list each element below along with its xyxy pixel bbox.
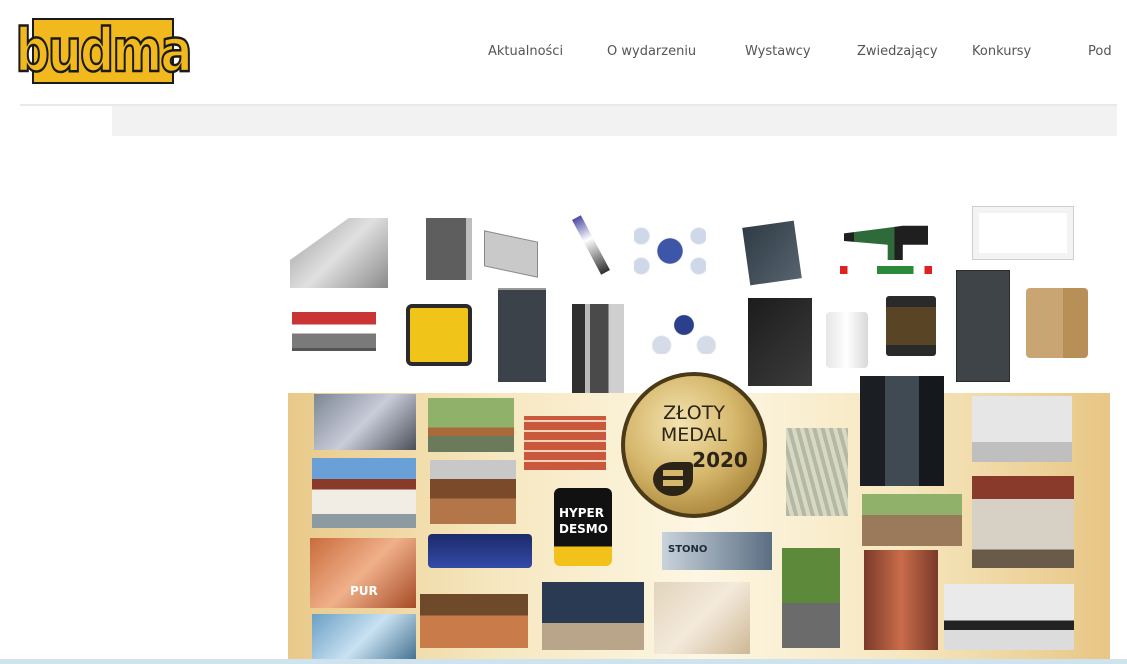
award-products-banner: PUR HYPER DESMO STONO ZŁOTY MEDAL 2020 [288,200,1110,664]
product-heater-image [406,304,472,366]
nav-item-zwiedzajacy[interactable]: Zwiedzający [857,44,938,59]
pur-label: PUR [350,584,378,598]
product-brochure-image [972,206,1074,260]
gold-medal-2020-badge: ZŁOTY MEDAL 2020 [621,372,767,518]
breadcrumb-band [112,106,1117,136]
product-interior-windows-image [972,396,1072,462]
product-dark-box-image [748,298,812,386]
medal-line2: MEDAL [660,424,728,446]
product-garage-house-image [312,458,416,528]
product-door-dark-image [498,288,546,382]
hyper-label: HYPER [559,506,604,520]
product-garden-fence-image [428,398,514,452]
product-paint-bucket-white-image [826,312,868,368]
nav-item-wystawcy[interactable]: Wystawcy [745,44,811,59]
product-house-people-image [542,582,644,650]
product-vacuum-device-image [652,296,716,354]
product-drill-brand-strip-image [840,266,932,274]
product-concrete-pump-truck-image [292,312,376,351]
product-entrance-door-image [864,550,938,650]
product-fence-image [862,494,962,546]
desmo-label: DESMO [559,522,608,536]
product-vacuum-lifter-image [634,226,706,276]
product-shed-image [420,594,528,648]
main-nav: Aktualności O wydarzeniu Wystawcy Zwiedz… [0,44,1127,64]
nav-item-aktualnosci[interactable]: Aktualności [488,44,563,59]
product-rebar-image [786,428,848,516]
medal-line1: ZŁOTY [663,402,725,424]
product-panel-image [484,230,538,278]
product-gutter-image [430,460,516,524]
product-bricks-image [524,416,606,470]
product-roof-profile-image [290,218,388,288]
product-glass-facade-image [860,376,944,486]
product-paint-bucket-dark-image [886,296,936,356]
product-bollard-image [782,548,840,648]
product-cement-bags-image [1026,288,1088,358]
product-paint-roller-image [572,215,610,275]
product-board-image [654,582,750,654]
product-led-strip-image [428,534,532,568]
medal-year: 2020 [692,448,748,472]
product-drill-image [844,225,928,260]
product-glass-roof-image [312,614,416,664]
product-pavilion-image [972,476,1074,568]
product-canopy-image [944,584,1074,650]
site-header: budma Aktualności O wydarzeniu Wystawcy … [0,0,1127,104]
product-window-profile-image [572,304,624,398]
nav-item-o-wydarzeniu[interactable]: O wydarzeniu [607,44,696,59]
product-drainage-image [314,394,416,450]
stono-label: STONO [668,544,708,555]
nav-item-pod[interactable]: Pod [1088,44,1112,59]
product-roof-tile-image [742,220,802,286]
product-door-gray-image [956,270,1010,382]
nav-item-konkursy[interactable]: Konkursy [972,44,1031,59]
bottom-accent-line [0,659,1127,664]
product-window-frame-image [426,218,472,280]
